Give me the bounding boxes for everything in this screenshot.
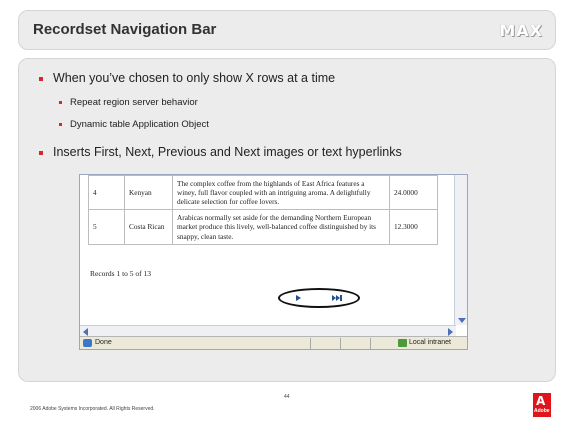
max-logo: MAX: [499, 21, 543, 40]
last-arrow-icon[interactable]: [332, 295, 344, 301]
bullet-marker-icon: [59, 101, 62, 104]
slide-title: Recordset Navigation Bar: [33, 21, 217, 38]
coffee-table: 4 Kenyan The complex coffee from the hig…: [88, 175, 438, 245]
zone-text: Local intranet: [408, 339, 451, 346]
table-cell-name: Kenyan: [124, 175, 173, 211]
browser-page-icon: [83, 339, 92, 347]
sub-bullet-item: Dynamic table Application Object: [59, 119, 209, 130]
table-cell-id: 4: [88, 175, 125, 211]
bullet-marker-icon: [39, 151, 43, 155]
status-bar: Done Local intranet: [80, 336, 467, 349]
bullet-text: Inserts First, Next, Previous and Next i…: [53, 145, 402, 159]
scroll-right-icon[interactable]: [448, 328, 453, 336]
copyright-text: 2006 Adobe Systems Incorporated. All Rig…: [30, 406, 155, 412]
highlight-ellipse: [278, 288, 360, 308]
browser-screenshot: 4 Kenyan The complex coffee from the hig…: [79, 174, 468, 350]
scroll-left-icon[interactable]: [83, 328, 88, 336]
intranet-zone-icon: [398, 339, 407, 347]
bullet-text: Repeat region server behavior: [70, 97, 198, 108]
status-divider: [340, 338, 341, 349]
table-cell-description: Arabicas normally set aside for the dema…: [172, 209, 390, 245]
scroll-down-icon[interactable]: [458, 318, 466, 323]
status-divider: [370, 338, 371, 349]
bullet-marker-icon: [59, 123, 62, 126]
status-text: Done: [95, 339, 112, 346]
table-row: 5 Costa Rican Arabicas normally set asid…: [88, 209, 438, 245]
bullet-item: When you’ve chosen to only show X rows a…: [39, 71, 335, 85]
slide: Recordset Navigation Bar MAX When you’ve…: [0, 0, 574, 428]
table-row: 4 Kenyan The complex coffee from the hig…: [88, 175, 438, 211]
bullet-text: When you’ve chosen to only show X rows a…: [53, 71, 336, 85]
records-count: Records 1 to 5 of 13: [90, 269, 152, 278]
vertical-scrollbar[interactable]: [454, 175, 467, 325]
bullet-text: Dynamic table Application Object: [70, 119, 209, 130]
bullet-item: Inserts First, Next, Previous and Next i…: [39, 145, 402, 159]
table-cell-id: 5: [88, 209, 125, 245]
sub-bullet-item: Repeat region server behavior: [59, 97, 198, 108]
next-arrow-icon[interactable]: [296, 295, 301, 301]
adobe-logo: A Adobe: [533, 393, 551, 417]
table-cell-price: 12.3000: [389, 209, 438, 245]
bullet-marker-icon: [39, 77, 43, 81]
table-cell-description: The complex coffee from the highlands of…: [172, 175, 390, 211]
title-bar: Recordset Navigation Bar MAX: [18, 10, 556, 50]
adobe-logo-text: Adobe: [534, 408, 550, 414]
page-number: 44: [284, 394, 290, 400]
table-cell-price: 24.0000: [389, 175, 438, 211]
adobe-a-icon: A: [536, 394, 546, 408]
table-cell-name: Costa Rican: [124, 209, 173, 245]
status-divider: [310, 338, 311, 349]
